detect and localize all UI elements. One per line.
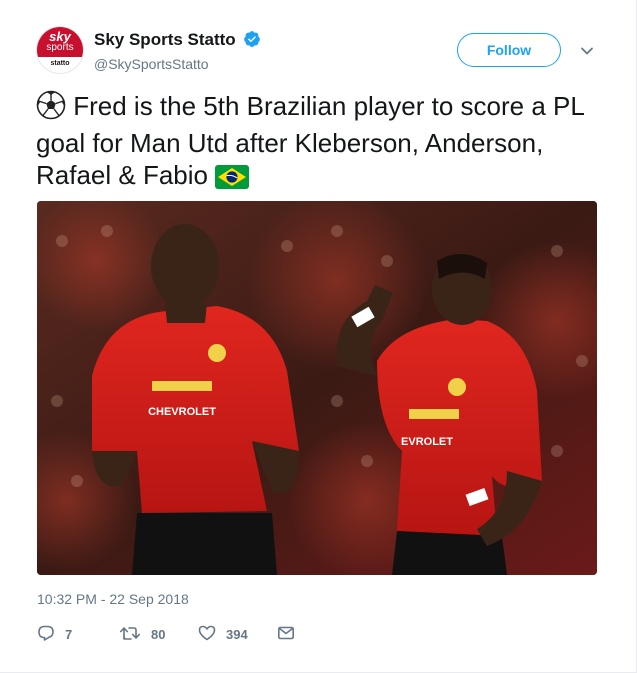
more-options-chevron-down-icon[interactable] [580, 44, 594, 63]
retweet-icon [119, 624, 151, 645]
like-count: 394 [226, 626, 248, 642]
reply-button[interactable]: 7 [37, 624, 72, 644]
tweet-photo[interactable]: CHEVROLET EVROLET [37, 201, 597, 575]
brazil-flag-icon [215, 164, 250, 196]
envelope-icon [277, 624, 305, 645]
heart-icon [198, 624, 226, 645]
tweet-header: sky sports statto Sky Sports Statto @Sky… [36, 26, 636, 76]
reply-icon [37, 624, 65, 645]
avatar-text-statto: statto [50, 60, 70, 67]
avatar-text-sports: sports [46, 42, 74, 53]
svg-text:CHEVROLET: CHEVROLET [148, 406, 216, 418]
svg-text:EVROLET: EVROLET [401, 436, 453, 448]
like-button[interactable]: 394 [198, 624, 248, 644]
retweet-button[interactable]: 80 [119, 624, 165, 644]
tweet-text-body: Fred is the 5th Brazilian player to scor… [36, 91, 584, 190]
display-name[interactable]: Sky Sports Statto [94, 30, 236, 49]
follow-button[interactable]: Follow [457, 33, 561, 67]
reply-count: 7 [65, 626, 73, 642]
retweet-count: 80 [151, 626, 166, 642]
tweet-text: Fred is the 5th Brazilian player to scor… [36, 90, 606, 196]
account-handle[interactable]: @SkySportsStatto [94, 56, 209, 72]
avatar[interactable]: sky sports statto [36, 26, 84, 74]
verified-badge-icon [243, 30, 261, 53]
direct-message-button[interactable] [277, 624, 305, 644]
photo-two-players-celebrating: CHEVROLET EVROLET [37, 201, 597, 575]
tweet-card: sky sports statto Sky Sports Statto @Sky… [0, 0, 637, 673]
tweet-timestamp[interactable]: 10:32 PM - 22 Sep 2018 [37, 591, 189, 607]
soccer-ball-icon [36, 90, 66, 127]
display-name-row[interactable]: Sky Sports Statto [94, 30, 261, 53]
